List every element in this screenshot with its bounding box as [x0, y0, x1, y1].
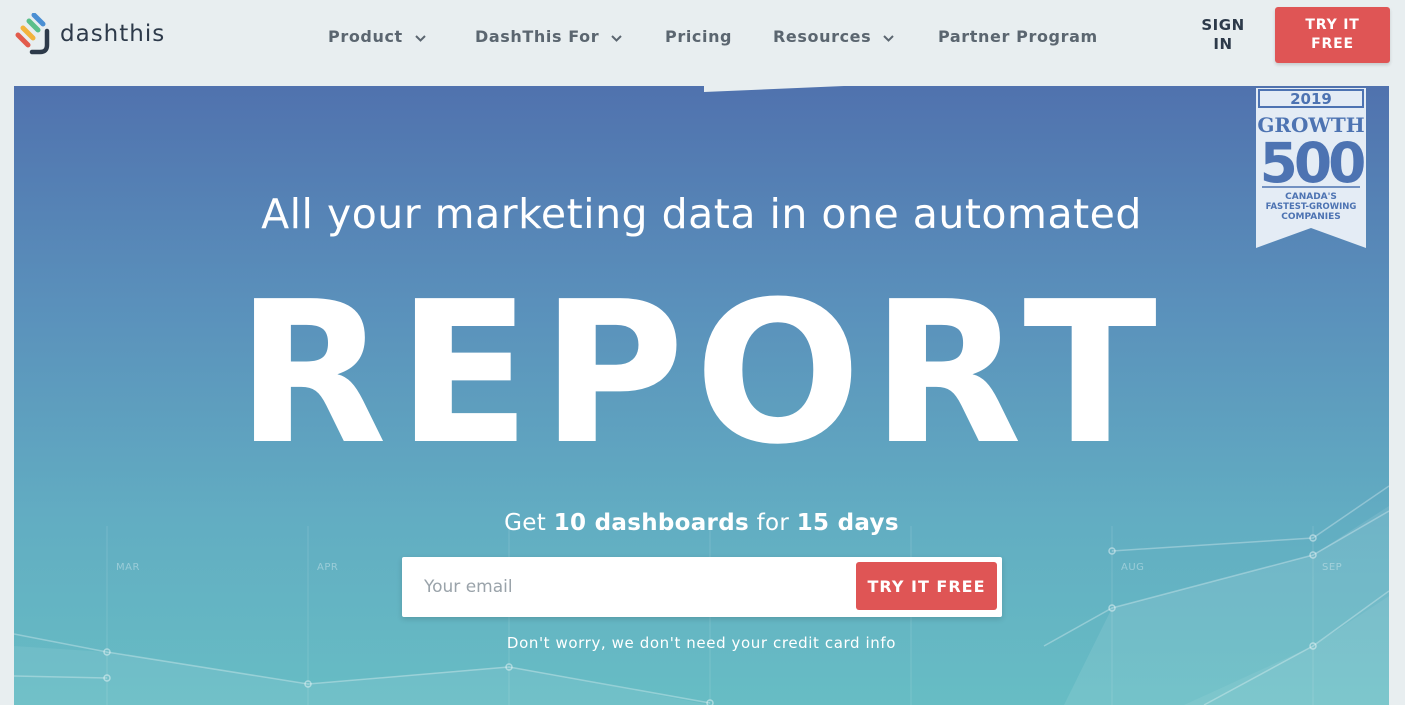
nav-pricing[interactable]: Pricing — [665, 25, 732, 47]
growth-500-badge-graphic: 2019 GROWTH 500 CANADA'S FASTEST-GROWING… — [1256, 88, 1368, 248]
signup-form: TRY IT FREE — [402, 557, 1002, 617]
email-input[interactable] — [402, 557, 852, 617]
badge-line1: CANADA'S — [1285, 192, 1337, 202]
offer-prefix: Get — [504, 510, 547, 536]
chevron-down-icon — [883, 27, 894, 46]
sign-in-line1: SIGN — [1201, 16, 1245, 34]
month-label: APR — [317, 562, 339, 573]
chevron-down-icon — [415, 27, 426, 46]
try-nav-line2: FREE — [1311, 36, 1354, 52]
sign-in-link[interactable]: SIGN IN — [1200, 16, 1246, 54]
nav-product[interactable]: Product — [328, 25, 426, 47]
nav-partner-program[interactable]: Partner Program — [938, 25, 1098, 47]
hero-section: MAR APR AUG SEP All your marketing data … — [14, 86, 1389, 705]
no-credit-card-note: Don't worry, we don't need your credit c… — [506, 634, 897, 652]
nav-partner-program-label: Partner Program — [938, 26, 1098, 46]
badge-year: 2019 — [1290, 90, 1332, 108]
offer-count: 10 dashboards — [553, 510, 749, 536]
month-label: SEP — [1322, 562, 1343, 573]
top-notch-decoration — [704, 86, 844, 92]
dashthis-logo-icon — [15, 13, 50, 55]
nav-dashthis-for[interactable]: DashThis For — [475, 25, 622, 47]
offer-middle: for — [756, 510, 790, 536]
offer-duration: 15 days — [796, 510, 899, 536]
trial-offer-text: Get 10 dashboards for 15 days — [14, 510, 1389, 536]
nav-dashthis-for-label: DashThis For — [475, 26, 600, 46]
hero-headline: All your marketing data in one automated — [261, 190, 1142, 238]
hero-big-word: REPORT — [236, 260, 1167, 488]
badge-line3: COMPANIES — [1281, 212, 1340, 222]
month-label: AUG — [1121, 562, 1145, 573]
chevron-down-icon — [611, 27, 622, 46]
nav-resources[interactable]: Resources — [773, 25, 894, 47]
badge-line2: FASTEST-GROWING — [1266, 202, 1357, 212]
nav-product-label: Product — [328, 26, 403, 46]
growth-500-badge: 2019 GROWTH 500 CANADA'S FASTEST-GROWING… — [1256, 88, 1368, 248]
try-nav-line1: TRY IT — [1305, 17, 1360, 33]
try-it-free-nav-button[interactable]: TRY IT FREE — [1275, 7, 1390, 63]
nav-resources-label: Resources — [773, 26, 872, 46]
top-nav: dashthis Product DashThis For Pricing Re… — [0, 0, 1405, 86]
logo-link[interactable]: dashthis — [14, 13, 165, 55]
sign-in-line2: IN — [1213, 35, 1233, 53]
nav-pricing-label: Pricing — [665, 26, 733, 46]
try-it-free-button[interactable]: TRY IT FREE — [856, 562, 997, 610]
logo-wordmark: dashthis — [60, 21, 166, 47]
badge-number: 500 — [1260, 131, 1365, 195]
month-label: MAR — [116, 562, 140, 573]
